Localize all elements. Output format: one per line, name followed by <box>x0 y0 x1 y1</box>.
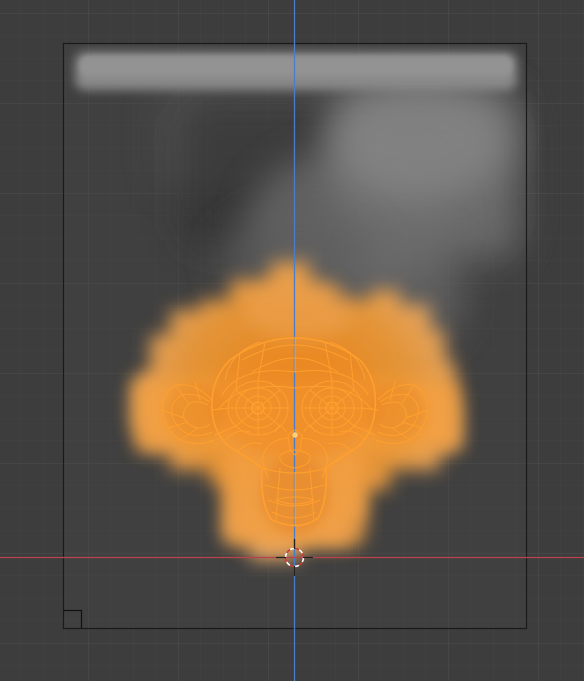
viewport-canvas[interactable] <box>0 0 584 681</box>
3d-viewport[interactable] <box>0 0 584 681</box>
object-origin-dot <box>292 432 298 438</box>
